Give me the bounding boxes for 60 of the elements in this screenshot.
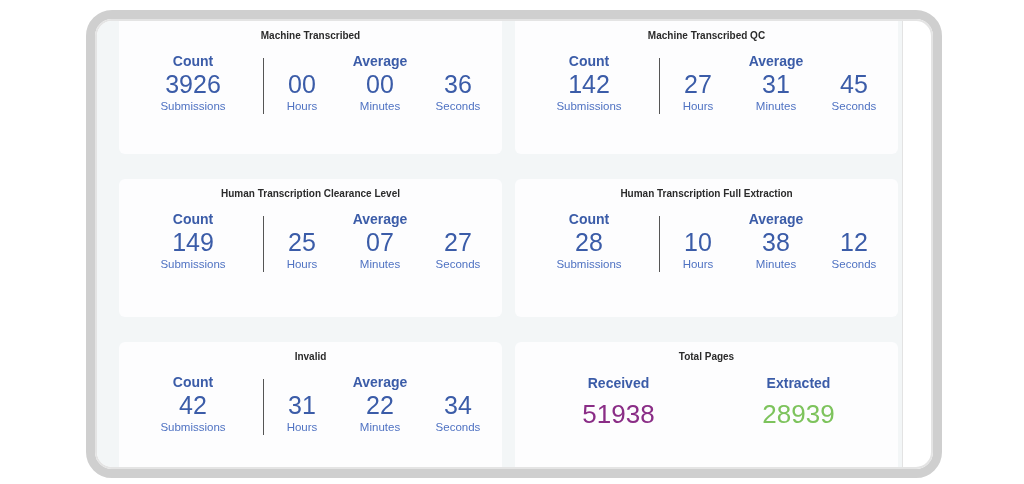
time-value: 27 [683, 71, 713, 99]
time-value: 00 [287, 71, 317, 99]
unit-label: Minutes [358, 420, 402, 435]
column-heading: Average [747, 211, 805, 229]
column-heading: Count [567, 53, 611, 71]
unit-label: Submissions [555, 257, 623, 272]
time-value: 07 [365, 229, 395, 257]
unit-label: Hours [681, 257, 715, 272]
count-value: 142 [567, 71, 611, 99]
time-value: 22 [365, 392, 395, 420]
unit-label: Hours [285, 420, 319, 435]
column-heading: Received [586, 375, 651, 392]
unit-label: Seconds [830, 99, 878, 114]
unit-label: Minutes [754, 257, 798, 272]
column-heading: Average [351, 374, 409, 392]
count-value: 28 [574, 229, 604, 257]
column-heading: Average [351, 53, 409, 71]
unit-label: Minutes [754, 99, 798, 114]
time-value: 38 [761, 229, 791, 257]
time-value: 36 [443, 71, 473, 99]
count-value: 149 [171, 229, 215, 257]
column-heading: Extracted [765, 375, 832, 392]
count-value: 42 [178, 392, 208, 420]
unit-label: Submissions [159, 257, 227, 272]
unit-label: Minutes [358, 257, 402, 272]
card-title: Human Transcription Full Extraction [619, 188, 794, 200]
card-title: Invalid [293, 351, 328, 363]
column-heading: Count [567, 211, 611, 229]
card-title: Machine Transcribed QC [646, 30, 767, 42]
unit-label: Seconds [434, 420, 482, 435]
column-heading: Average [351, 211, 409, 229]
unit-label: Seconds [434, 257, 482, 272]
time-value: 00 [365, 71, 395, 99]
total-value: 28939 [761, 398, 836, 431]
unit-label: Minutes [358, 99, 402, 114]
time-value: 45 [839, 71, 869, 99]
unit-label: Seconds [830, 257, 878, 272]
unit-label: Hours [285, 257, 319, 272]
unit-label: Hours [285, 99, 319, 114]
time-value: 27 [443, 229, 473, 257]
card-title: Total Pages [677, 351, 736, 363]
total-value: 51938 [581, 398, 656, 431]
column-heading: Count [171, 211, 215, 229]
unit-label: Hours [681, 99, 715, 114]
time-value: 31 [287, 392, 317, 420]
unit-label: Submissions [555, 99, 623, 114]
count-value: 3926 [164, 71, 222, 99]
time-value: 25 [287, 229, 317, 257]
time-value: 34 [443, 392, 473, 420]
card-title: Machine Transcribed [259, 30, 362, 42]
column-heading: Count [171, 53, 215, 71]
time-value: 12 [839, 229, 869, 257]
column-heading: Count [171, 374, 215, 392]
card-title: Human Transcription Clearance Level [220, 188, 401, 200]
unit-label: Seconds [434, 99, 482, 114]
time-value: 31 [761, 71, 791, 99]
unit-label: Submissions [159, 420, 227, 435]
time-value: 10 [683, 229, 713, 257]
unit-label: Submissions [159, 99, 227, 114]
column-heading: Average [747, 53, 805, 71]
